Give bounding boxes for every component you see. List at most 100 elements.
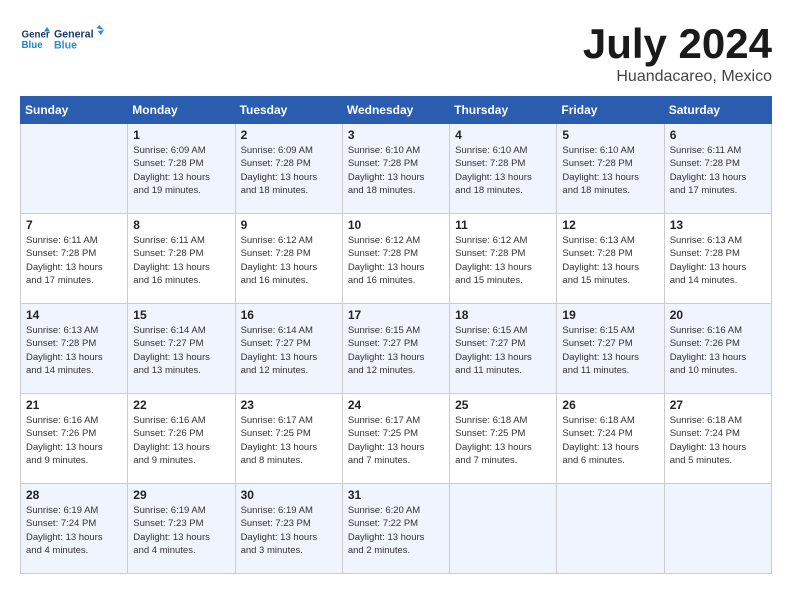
day-info: Sunrise: 6:19 AM Sunset: 7:23 PM Dayligh… bbox=[133, 504, 229, 557]
svg-text:Blue: Blue bbox=[54, 40, 77, 52]
header-row: SundayMondayTuesdayWednesdayThursdayFrid… bbox=[21, 97, 772, 124]
day-info: Sunrise: 6:14 AM Sunset: 7:27 PM Dayligh… bbox=[241, 324, 337, 377]
calendar-cell: 13 Sunrise: 6:13 AM Sunset: 7:28 PM Dayli… bbox=[664, 214, 771, 304]
day-of-week-header: Friday bbox=[557, 97, 664, 124]
calendar-cell bbox=[21, 124, 128, 214]
day-number: 7 bbox=[26, 218, 122, 232]
day-number: 14 bbox=[26, 308, 122, 322]
day-number: 18 bbox=[455, 308, 551, 322]
day-of-week-header: Tuesday bbox=[235, 97, 342, 124]
calendar-cell: 16 Sunrise: 6:14 AM Sunset: 7:27 PM Dayli… bbox=[235, 304, 342, 394]
calendar-cell: 18 Sunrise: 6:15 AM Sunset: 7:27 PM Dayli… bbox=[450, 304, 557, 394]
calendar-cell: 29Sunrise: 6:19 AM Sunset: 7:23 PM Dayli… bbox=[128, 484, 235, 574]
calendar-week-row: 1 Sunrise: 6:09 AM Sunset: 7:28 PM Daylig… bbox=[21, 124, 772, 214]
day-info: Sunrise: 6:09 AM Sunset: 7:28 PM Dayligh… bbox=[133, 144, 229, 197]
day-info: Sunrise: 6:20 AM Sunset: 7:22 PM Dayligh… bbox=[348, 504, 444, 557]
day-info: Sunrise: 6:18 AM Sunset: 7:24 PM Dayligh… bbox=[562, 414, 658, 467]
svg-text:Blue: Blue bbox=[22, 40, 44, 51]
day-number: 5 bbox=[562, 128, 658, 142]
day-number: 17 bbox=[348, 308, 444, 322]
day-info: Sunrise: 6:15 AM Sunset: 7:27 PM Dayligh… bbox=[455, 324, 551, 377]
calendar-header: SundayMondayTuesdayWednesdayThursdayFrid… bbox=[21, 97, 772, 124]
title-block: July 2024 Huandacareo, Mexico bbox=[583, 20, 772, 86]
day-number: 23 bbox=[241, 398, 337, 412]
day-number: 31 bbox=[348, 488, 444, 502]
page-header: General Blue General Blue July 2024 Huan… bbox=[20, 20, 772, 86]
day-number: 6 bbox=[670, 128, 766, 142]
calendar-cell bbox=[557, 484, 664, 574]
calendar-cell: 1 Sunrise: 6:09 AM Sunset: 7:28 PM Daylig… bbox=[128, 124, 235, 214]
day-number: 8 bbox=[133, 218, 229, 232]
day-number: 21 bbox=[26, 398, 122, 412]
day-number: 22 bbox=[133, 398, 229, 412]
day-number: 20 bbox=[670, 308, 766, 322]
calendar-cell: 12Sunrise: 6:13 AM Sunset: 7:28 PM Dayli… bbox=[557, 214, 664, 304]
calendar-cell: 31 Sunrise: 6:20 AM Sunset: 7:22 PM Dayli… bbox=[342, 484, 449, 574]
day-info: Sunrise: 6:10 AM Sunset: 7:28 PM Dayligh… bbox=[562, 144, 658, 197]
day-info: Sunrise: 6:19 AM Sunset: 7:24 PM Dayligh… bbox=[26, 504, 122, 557]
day-of-week-header: Thursday bbox=[450, 97, 557, 124]
day-number: 30 bbox=[241, 488, 337, 502]
calendar-cell: 23 Sunrise: 6:17 AM Sunset: 7:25 PM Dayli… bbox=[235, 394, 342, 484]
day-info: Sunrise: 6:11 AM Sunset: 7:28 PM Dayligh… bbox=[133, 234, 229, 287]
day-info: Sunrise: 6:18 AM Sunset: 7:25 PM Dayligh… bbox=[455, 414, 551, 467]
day-info: Sunrise: 6:12 AM Sunset: 7:28 PM Dayligh… bbox=[241, 234, 337, 287]
day-number: 19 bbox=[562, 308, 658, 322]
logo-icon: General Blue bbox=[20, 24, 50, 54]
day-number: 3 bbox=[348, 128, 444, 142]
day-info: Sunrise: 6:11 AM Sunset: 7:28 PM Dayligh… bbox=[26, 234, 122, 287]
calendar-cell: 20 Sunrise: 6:16 AM Sunset: 7:26 PM Dayli… bbox=[664, 304, 771, 394]
logo: General Blue General Blue bbox=[20, 20, 104, 58]
day-info: Sunrise: 6:09 AM Sunset: 7:28 PM Dayligh… bbox=[241, 144, 337, 197]
calendar-cell: 15 Sunrise: 6:14 AM Sunset: 7:27 PM Dayli… bbox=[128, 304, 235, 394]
day-number: 26 bbox=[562, 398, 658, 412]
day-info: Sunrise: 6:16 AM Sunset: 7:26 PM Dayligh… bbox=[670, 324, 766, 377]
calendar-week-row: 14Sunrise: 6:13 AM Sunset: 7:28 PM Dayli… bbox=[21, 304, 772, 394]
calendar-cell: 6Sunrise: 6:11 AM Sunset: 7:28 PM Daylig… bbox=[664, 124, 771, 214]
calendar-week-row: 21 Sunrise: 6:16 AM Sunset: 7:26 PM Dayli… bbox=[21, 394, 772, 484]
day-info: Sunrise: 6:19 AM Sunset: 7:23 PM Dayligh… bbox=[241, 504, 337, 557]
calendar-cell: 5 Sunrise: 6:10 AM Sunset: 7:28 PM Daylig… bbox=[557, 124, 664, 214]
calendar-cell: 9 Sunrise: 6:12 AM Sunset: 7:28 PM Daylig… bbox=[235, 214, 342, 304]
day-info: Sunrise: 6:16 AM Sunset: 7:26 PM Dayligh… bbox=[133, 414, 229, 467]
calendar-week-row: 28 Sunrise: 6:19 AM Sunset: 7:24 PM Dayli… bbox=[21, 484, 772, 574]
day-info: Sunrise: 6:16 AM Sunset: 7:26 PM Dayligh… bbox=[26, 414, 122, 467]
day-number: 2 bbox=[241, 128, 337, 142]
calendar-cell: 25 Sunrise: 6:18 AM Sunset: 7:25 PM Dayli… bbox=[450, 394, 557, 484]
day-number: 12 bbox=[562, 218, 658, 232]
calendar-cell: 3Sunrise: 6:10 AM Sunset: 7:28 PM Daylig… bbox=[342, 124, 449, 214]
calendar-cell: 19Sunrise: 6:15 AM Sunset: 7:27 PM Dayli… bbox=[557, 304, 664, 394]
calendar-cell: 30 Sunrise: 6:19 AM Sunset: 7:23 PM Dayli… bbox=[235, 484, 342, 574]
day-info: Sunrise: 6:15 AM Sunset: 7:27 PM Dayligh… bbox=[348, 324, 444, 377]
svg-text:General: General bbox=[54, 28, 94, 40]
day-of-week-header: Sunday bbox=[21, 97, 128, 124]
calendar-cell: 2 Sunrise: 6:09 AM Sunset: 7:28 PM Daylig… bbox=[235, 124, 342, 214]
day-number: 11 bbox=[455, 218, 551, 232]
day-number: 16 bbox=[241, 308, 337, 322]
day-info: Sunrise: 6:12 AM Sunset: 7:28 PM Dayligh… bbox=[455, 234, 551, 287]
day-info: Sunrise: 6:18 AM Sunset: 7:24 PM Dayligh… bbox=[670, 414, 766, 467]
day-number: 1 bbox=[133, 128, 229, 142]
calendar-table: SundayMondayTuesdayWednesdayThursdayFrid… bbox=[20, 96, 772, 574]
calendar-cell: 22 Sunrise: 6:16 AM Sunset: 7:26 PM Dayli… bbox=[128, 394, 235, 484]
day-info: Sunrise: 6:14 AM Sunset: 7:27 PM Dayligh… bbox=[133, 324, 229, 377]
day-number: 25 bbox=[455, 398, 551, 412]
calendar-body: 1 Sunrise: 6:09 AM Sunset: 7:28 PM Daylig… bbox=[21, 124, 772, 574]
day-number: 28 bbox=[26, 488, 122, 502]
day-number: 9 bbox=[241, 218, 337, 232]
day-info: Sunrise: 6:12 AM Sunset: 7:28 PM Dayligh… bbox=[348, 234, 444, 287]
day-info: Sunrise: 6:17 AM Sunset: 7:25 PM Dayligh… bbox=[241, 414, 337, 467]
day-info: Sunrise: 6:10 AM Sunset: 7:28 PM Dayligh… bbox=[455, 144, 551, 197]
calendar-cell bbox=[450, 484, 557, 574]
day-number: 15 bbox=[133, 308, 229, 322]
calendar-cell: 17 Sunrise: 6:15 AM Sunset: 7:27 PM Dayli… bbox=[342, 304, 449, 394]
day-info: Sunrise: 6:13 AM Sunset: 7:28 PM Dayligh… bbox=[670, 234, 766, 287]
day-number: 10 bbox=[348, 218, 444, 232]
calendar-cell: 27Sunrise: 6:18 AM Sunset: 7:24 PM Dayli… bbox=[664, 394, 771, 484]
day-of-week-header: Saturday bbox=[664, 97, 771, 124]
calendar-cell bbox=[664, 484, 771, 574]
calendar-cell: 10 Sunrise: 6:12 AM Sunset: 7:28 PM Dayli… bbox=[342, 214, 449, 304]
calendar-cell: 8 Sunrise: 6:11 AM Sunset: 7:28 PM Daylig… bbox=[128, 214, 235, 304]
day-number: 13 bbox=[670, 218, 766, 232]
calendar-cell: 28 Sunrise: 6:19 AM Sunset: 7:24 PM Dayli… bbox=[21, 484, 128, 574]
